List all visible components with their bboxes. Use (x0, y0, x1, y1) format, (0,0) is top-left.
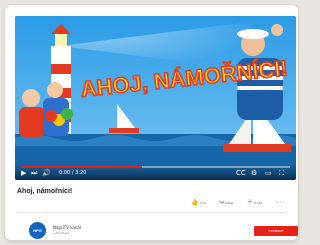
fullscreen-icon[interactable]: ⛶ (279, 169, 284, 177)
progress-played (21, 166, 143, 168)
thumbs-up-icon: 👍 (191, 198, 199, 206)
more-button[interactable]: ⋯ ... (275, 198, 285, 207)
add-icon: ＋ (247, 198, 254, 206)
channel-name[interactable]: NapriTV kanál (53, 225, 81, 230)
share-button[interactable]: ↪ Sdílet (219, 198, 234, 207)
channel-avatar[interactable]: NPG (29, 222, 46, 239)
app-window: AHOJ, NÁMOŘNÍCI! ▶ ⏭ 🔊 0:00 / 3:20 CC ⚙ … (5, 5, 298, 240)
volume-icon[interactable]: 🔊 (42, 169, 51, 177)
captions-icon[interactable]: CC (236, 169, 246, 177)
divider (17, 212, 286, 213)
progress-bar[interactable] (21, 166, 290, 168)
page-title: Ahoj, námořníci! (17, 188, 73, 195)
play-icon[interactable]: ▶ (21, 169, 26, 177)
theater-icon[interactable]: ▭ (265, 169, 272, 177)
time-display: 0:00 / 3:20 (59, 170, 87, 176)
player-controls: ▶ ⏭ 🔊 0:00 / 3:20 CC ⚙ ▭ ⛶ (15, 164, 296, 180)
next-icon[interactable]: ⏭ (31, 169, 37, 177)
video-actions: 👍 1 tis. ↪ Sdílet ＋ Uložit ⋯ ... (191, 198, 297, 207)
channel-subscribers: odběratelé (53, 231, 70, 235)
video-player[interactable]: AHOJ, NÁMOŘNÍCI! ▶ ⏭ 🔊 0:00 / 3:20 CC ⚙ … (15, 16, 296, 180)
save-button[interactable]: ＋ Uložit (247, 198, 262, 207)
video-thumbnail: AHOJ, NÁMOŘNÍCI! (15, 16, 296, 180)
channel-row: NPG NapriTV kanál odběratelé ODEBÍRAT (29, 222, 298, 240)
settings-icon[interactable]: ⚙ (251, 169, 257, 177)
more-icon: ⋯ (275, 198, 281, 206)
subscribe-button[interactable]: ODEBÍRAT (254, 226, 298, 236)
share-icon: ↪ (219, 198, 225, 206)
like-button[interactable]: 👍 1 tis. (191, 198, 207, 207)
